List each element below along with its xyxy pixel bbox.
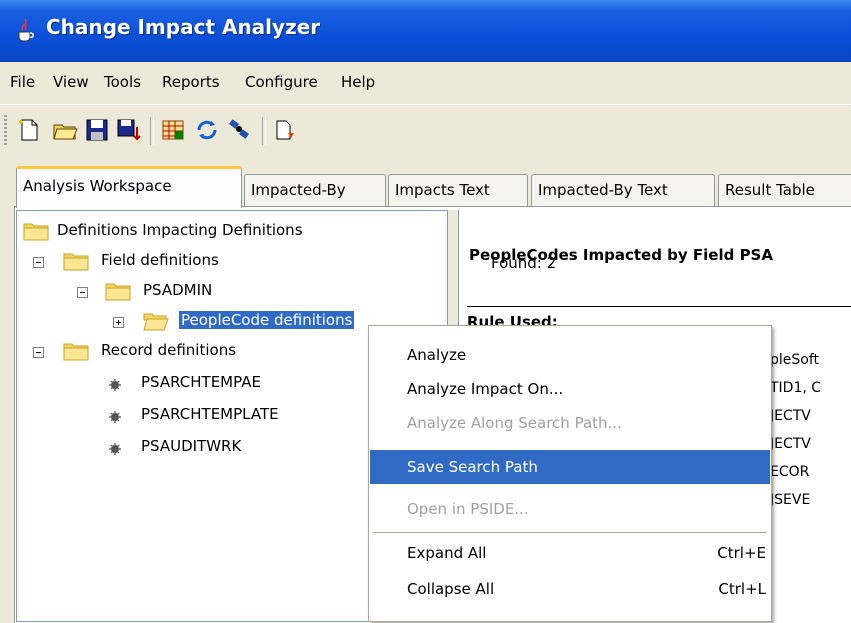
folder-icon: [23, 221, 49, 241]
result-text-line: ECOR: [770, 464, 810, 480]
collapse-icon[interactable]: [77, 287, 88, 298]
expand-icon[interactable]: [113, 317, 124, 328]
menu-help[interactable]: Help: [341, 73, 375, 91]
menu-separator: [373, 532, 767, 533]
menu-item-label: Analyze Along Search Path...: [407, 414, 622, 432]
folder-icon: [63, 251, 89, 271]
folder-icon: [63, 341, 89, 361]
leaf-bullet-icon: [109, 409, 121, 423]
tree-label: Definitions Impacting Definitions: [57, 221, 303, 239]
result-text-line: JSEVE: [770, 492, 811, 508]
tree-label: PSAUDITWRK: [141, 437, 242, 455]
tab-strip: Analysis Workspace Impacted-By Impacts T…: [0, 160, 851, 208]
menu-configure[interactable]: Configure: [245, 73, 318, 91]
toolbar-separator: [262, 117, 266, 145]
result-text-line: JECTV: [770, 408, 811, 424]
title-bar: Change Impact Analyzer: [0, 0, 851, 62]
toolbar-grip[interactable]: [4, 115, 7, 145]
menu-item-label: Collapse All: [407, 580, 495, 598]
grid-icon[interactable]: [160, 117, 186, 143]
tab-impacts-text[interactable]: Impacts Text: [388, 174, 528, 206]
toolbar: [0, 104, 851, 155]
context-menu-item-collapse-all[interactable]: Collapse All Ctrl+L: [370, 572, 770, 606]
tree-label: Field definitions: [101, 251, 219, 269]
menu-item-label: Save Search Path: [407, 458, 538, 476]
refresh-icon[interactable]: [194, 117, 220, 143]
menu-view[interactable]: View: [53, 73, 89, 91]
satellite-icon[interactable]: [226, 117, 252, 143]
menu-bar: File View Tools Reports Configure Help: [0, 62, 851, 102]
tree-label: PSARCHTEMPLATE: [141, 405, 279, 423]
menu-reports[interactable]: Reports: [162, 73, 220, 91]
menu-item-label: Analyze Impact On...: [407, 380, 564, 398]
tree-label: Record definitions: [101, 341, 237, 359]
collapse-icon[interactable]: [33, 347, 44, 358]
new-document-icon[interactable]: [16, 117, 42, 143]
tab-impacted-by-text[interactable]: Impacted-By Text: [531, 174, 715, 206]
toolbar-separator: [150, 117, 154, 145]
java-cup-icon: [14, 18, 36, 42]
result-text-line: TID1, C: [770, 380, 822, 396]
tree-label-selected: PeopleCode definitions: [179, 311, 355, 329]
context-menu-item-open-in-pside[interactable]: Open in PSIDE...: [370, 492, 770, 526]
result-text-line: JECTV: [770, 436, 811, 452]
context-menu: Analyze Analyze Impact On... Analyze Alo…: [368, 325, 772, 622]
save-down-icon[interactable]: [116, 117, 142, 143]
leaf-bullet-icon: [109, 441, 121, 455]
menu-item-shortcut: Ctrl+L: [718, 580, 766, 598]
open-folder-icon: [143, 311, 169, 331]
export-icon[interactable]: [272, 117, 298, 143]
menu-item-label: Open in PSIDE...: [407, 500, 529, 518]
collapse-icon[interactable]: [33, 257, 44, 268]
context-menu-item-analyze[interactable]: Analyze: [370, 338, 770, 372]
folder-icon: [105, 281, 131, 301]
menu-item-shortcut: Ctrl+E: [717, 544, 766, 562]
leaf-bullet-icon: [109, 377, 121, 391]
window-title: Change Impact Analyzer: [46, 15, 321, 39]
tree-label: PSADMIN: [143, 281, 213, 299]
context-menu-item-save-search-path[interactable]: Save Search Path: [370, 450, 770, 484]
context-menu-item-analyze-impact-on[interactable]: Analyze Impact On...: [370, 372, 770, 406]
menu-tools[interactable]: Tools: [104, 73, 141, 91]
tab-analysis-workspace[interactable]: Analysis Workspace: [16, 166, 242, 208]
menu-item-label: Analyze: [407, 346, 467, 364]
result-text-line: pleSoft: [770, 352, 820, 368]
result-found-count: Found: 2: [491, 254, 557, 272]
tab-result-table[interactable]: Result Table: [718, 174, 851, 206]
save-icon[interactable]: [84, 117, 110, 143]
menu-item-label: Expand All: [407, 544, 487, 562]
context-menu-item-expand-all[interactable]: Expand All Ctrl+E: [370, 536, 770, 570]
context-menu-item-analyze-along-search-path[interactable]: Analyze Along Search Path...: [370, 406, 770, 440]
tab-impacted-by[interactable]: Impacted-By: [244, 174, 386, 206]
menu-file[interactable]: File: [10, 73, 35, 91]
open-folder-icon[interactable]: [52, 117, 78, 143]
tree-label: PSARCHTEMPAE: [141, 373, 261, 391]
